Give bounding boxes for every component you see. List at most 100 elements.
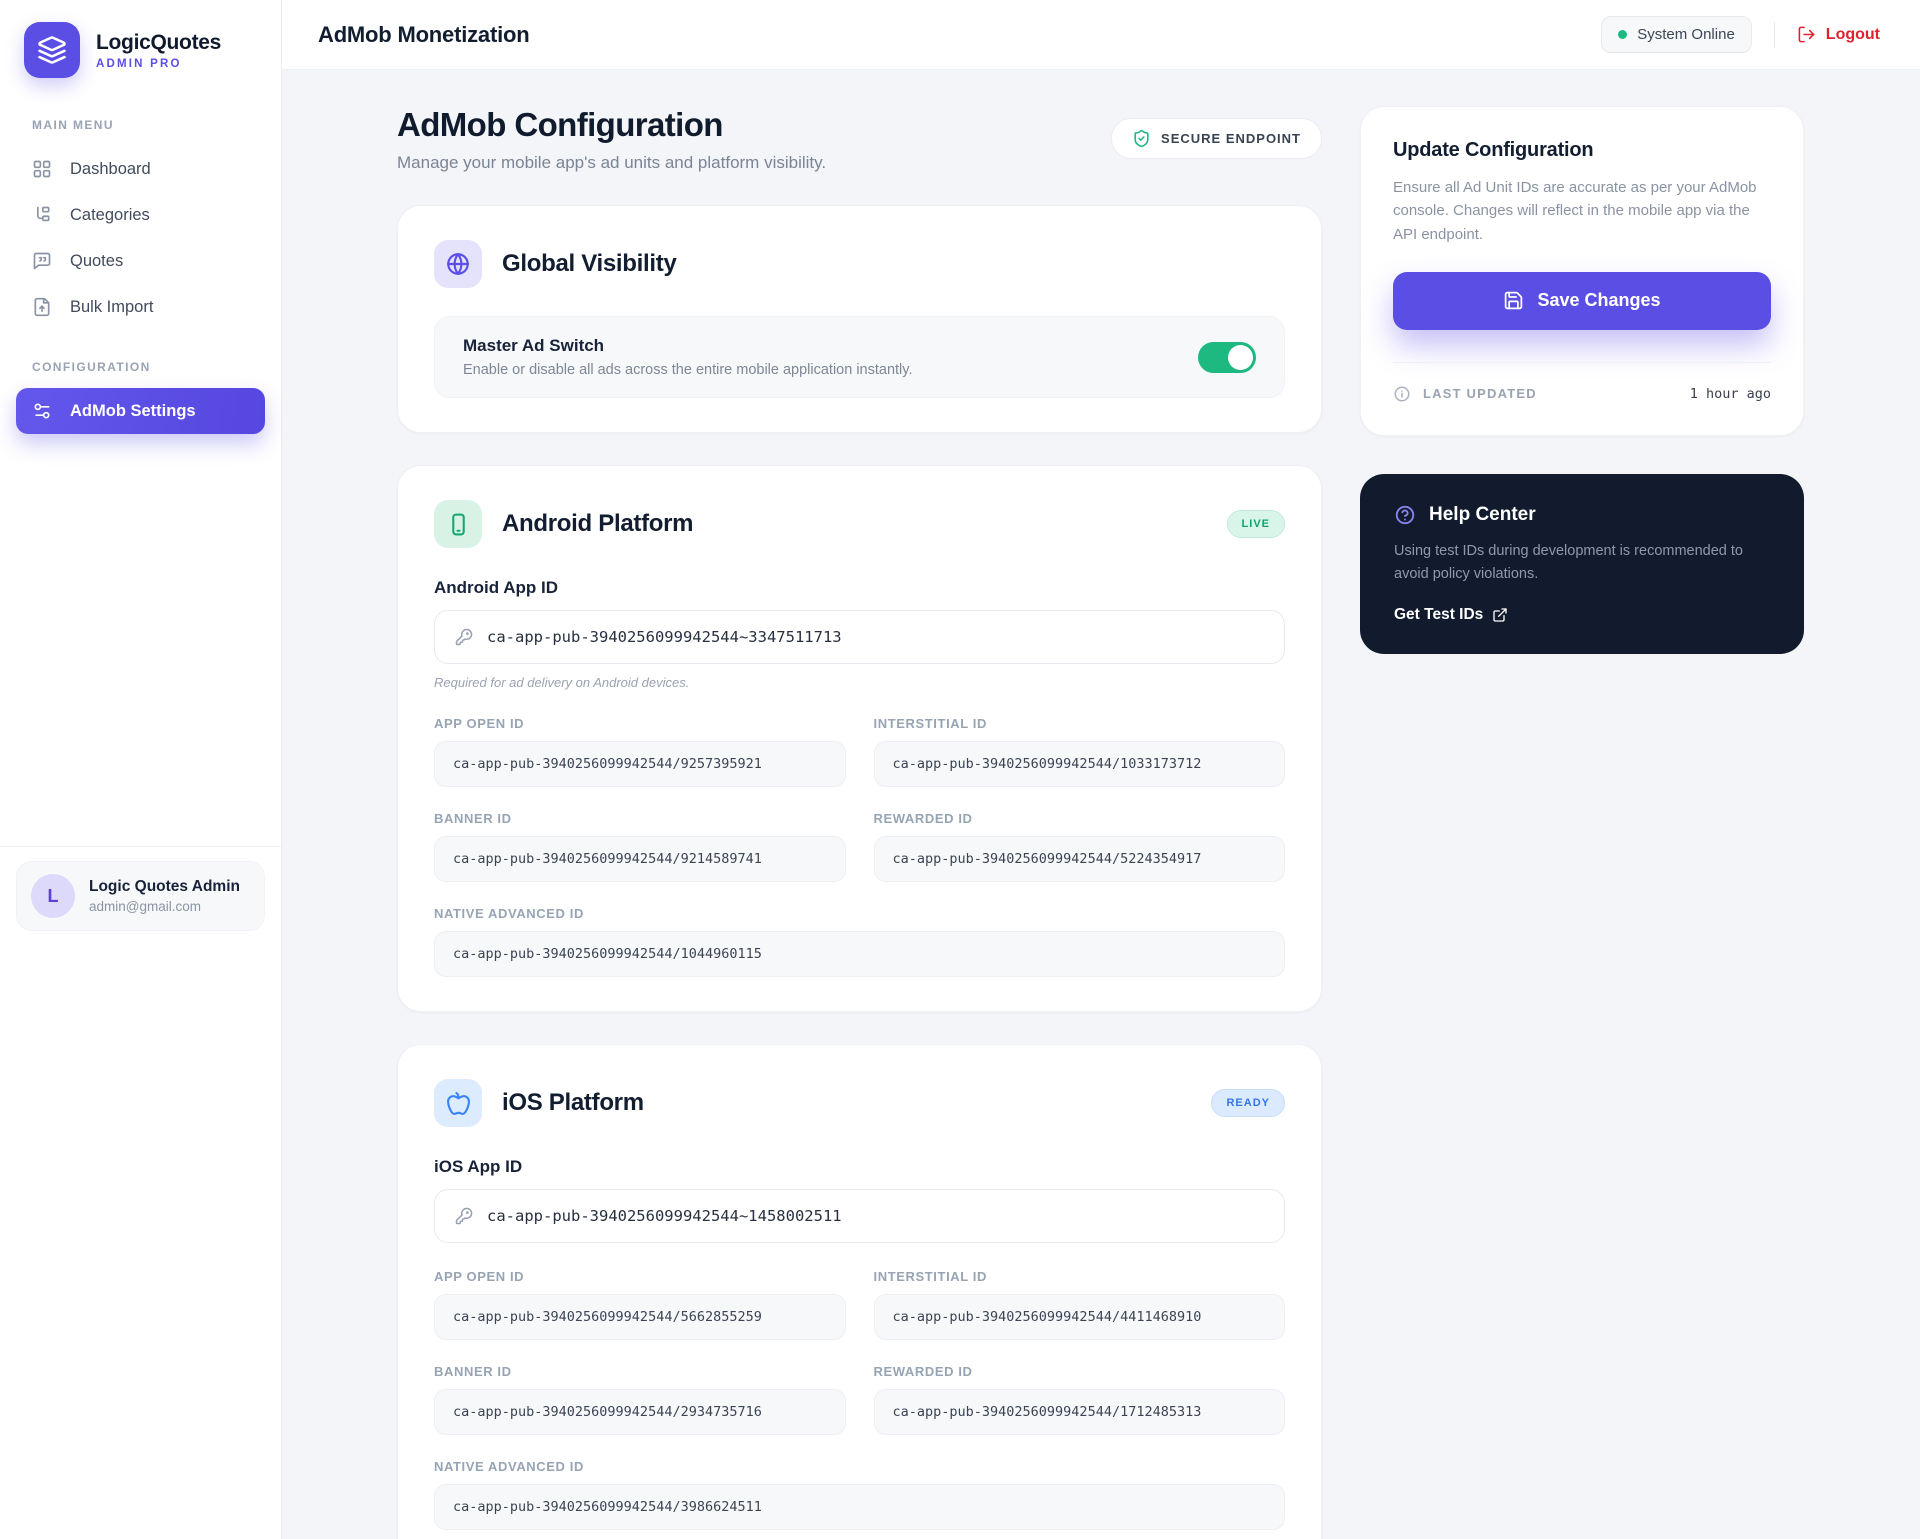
dashboard-grid-icon	[32, 159, 52, 179]
android-app-open-id-label: APP OPEN ID	[434, 716, 525, 731]
ios-ready-badge: READY	[1211, 1089, 1285, 1117]
brand-logo	[24, 22, 80, 78]
key-icon	[455, 1207, 473, 1225]
ios-app-id-label: iOS App ID	[434, 1157, 523, 1176]
master-ad-switch-desc: Enable or disable all ads across the ent…	[463, 362, 913, 378]
sidebar-item-label: AdMob Settings	[70, 401, 196, 420]
page-title: AdMob Configuration	[397, 106, 723, 143]
system-status-label: System Online	[1637, 26, 1735, 43]
sidebar-item-admob-settings[interactable]: AdMob Settings	[16, 388, 265, 434]
ios-native-advanced-id-label: NATIVE ADVANCED ID	[434, 1459, 584, 1474]
master-ad-switch-toggle[interactable]	[1198, 341, 1256, 373]
android-platform-title: Android Platform	[502, 510, 694, 537]
android-live-badge: LIVE	[1226, 510, 1285, 538]
help-center-card: Help Center Using test IDs during develo…	[1360, 473, 1804, 655]
ios-rewarded-id-label: REWARDED ID	[873, 1364, 973, 1379]
save-changes-button[interactable]: Save Changes	[1393, 271, 1771, 330]
user-email: admin@gmail.com	[89, 899, 201, 914]
brand-name: LogicQuotes	[96, 30, 222, 54]
external-link-icon	[1492, 607, 1508, 623]
android-interstitial-id-label: INTERSTITIAL ID	[873, 716, 987, 731]
get-test-ids-label: Get Test IDs	[1394, 606, 1484, 624]
android-native-advanced-id-input[interactable]	[434, 931, 1285, 977]
logout-icon	[1797, 25, 1816, 44]
secure-endpoint-badge: SECURE ENDPOINT	[1111, 118, 1322, 159]
ios-interstitial-id-label: INTERSTITIAL ID	[873, 1269, 987, 1284]
page-subtitle: Manage your mobile app's ad units and pl…	[397, 153, 827, 172]
user-profile-card[interactable]: L Logic Quotes Admin admin@gmail.com	[16, 861, 265, 931]
save-icon	[1503, 290, 1524, 311]
sliders-icon	[32, 401, 52, 421]
android-banner-id-label: BANNER ID	[434, 811, 512, 826]
sidebar-item-label: Quotes	[70, 251, 124, 270]
main-menu-label: MAIN MENU	[32, 118, 114, 132]
panel-divider	[1393, 361, 1771, 363]
logout-label: Logout	[1825, 25, 1880, 43]
android-banner-id-input[interactable]	[434, 836, 846, 882]
ios-app-id-input[interactable]	[487, 1207, 1264, 1225]
smartphone-icon	[434, 500, 482, 548]
ios-interstitial-id-input[interactable]	[873, 1294, 1285, 1340]
sidebar-item-label: Bulk Import	[70, 297, 154, 316]
sidebar: LogicQuotes ADMIN PRO MAIN MENU Dashboar…	[0, 0, 282, 1539]
ios-app-id-field	[434, 1189, 1285, 1243]
ios-banner-id-label: BANNER ID	[434, 1364, 512, 1379]
secure-endpoint-label: SECURE ENDPOINT	[1161, 131, 1301, 146]
global-visibility-title: Global Visibility	[502, 250, 677, 277]
apple-icon	[434, 1079, 482, 1127]
brand: LogicQuotes ADMIN PRO	[0, 0, 281, 88]
sidebar-item-label: Dashboard	[70, 159, 151, 178]
android-app-id-input[interactable]	[487, 628, 1264, 646]
android-app-open-id-input[interactable]	[434, 741, 846, 787]
update-configuration-title: Update Configuration	[1393, 139, 1594, 161]
help-center-desc: Using test IDs during development is rec…	[1394, 542, 1743, 582]
update-configuration-desc: Ensure all Ad Unit IDs are accurate as p…	[1393, 179, 1757, 243]
shield-check-icon	[1132, 129, 1151, 148]
globe-icon	[434, 240, 482, 288]
android-interstitial-id-input[interactable]	[873, 741, 1285, 787]
avatar: L	[31, 874, 75, 918]
topbar-title: AdMob Monetization	[318, 21, 530, 47]
system-status-badge: System Online	[1601, 16, 1752, 53]
ios-native-advanced-id-input[interactable]	[434, 1484, 1285, 1530]
android-rewarded-id-input[interactable]	[873, 836, 1285, 882]
help-circle-icon	[1394, 504, 1416, 526]
last-updated-label: LAST UPDATED	[1423, 386, 1537, 402]
category-tree-icon	[32, 205, 52, 225]
help-center-title: Help Center	[1429, 503, 1536, 525]
ios-banner-id-input[interactable]	[434, 1389, 846, 1435]
master-ad-switch-title: Master Ad Switch	[463, 336, 605, 355]
android-app-id-helper: Required for ad delivery on Android devi…	[434, 675, 690, 690]
toggle-knob-icon	[1228, 344, 1253, 370]
ios-platform-card: iOS Platform READY iOS App ID APP OPEN I…	[397, 1044, 1322, 1539]
logout-button[interactable]: Logout	[1797, 25, 1880, 44]
content-area: AdMob Configuration Manage your mobile a…	[282, 70, 1920, 1539]
get-test-ids-link[interactable]: Get Test IDs	[1394, 606, 1508, 624]
android-app-id-label: Android App ID	[434, 578, 559, 597]
sidebar-item-categories[interactable]: Categories	[16, 192, 265, 238]
ios-platform-title: iOS Platform	[502, 1089, 644, 1116]
main-nav: MAIN MENU Dashboard Categories Quotes Bu…	[0, 88, 281, 434]
ios-rewarded-id-input[interactable]	[873, 1389, 1285, 1435]
file-upload-icon	[32, 297, 52, 317]
ios-app-open-id-input[interactable]	[434, 1294, 846, 1340]
key-icon	[455, 628, 473, 646]
quote-bubble-icon	[32, 251, 52, 271]
update-configuration-card: Update Configuration Ensure all Ad Unit …	[1360, 106, 1804, 436]
configuration-label: CONFIGURATION	[32, 360, 151, 374]
save-changes-label: Save Changes	[1537, 290, 1661, 311]
sidebar-item-dashboard[interactable]: Dashboard	[16, 146, 265, 192]
ios-app-open-id-label: APP OPEN ID	[434, 1269, 525, 1284]
android-app-id-field	[434, 610, 1285, 664]
sidebar-item-bulk-import[interactable]: Bulk Import	[16, 284, 265, 330]
master-ad-switch-row: Master Ad Switch Enable or disable all a…	[434, 316, 1285, 398]
sidebar-item-quotes[interactable]: Quotes	[16, 238, 265, 284]
online-dot-icon	[1618, 30, 1628, 39]
brand-tagline: ADMIN PRO	[96, 57, 182, 70]
android-platform-card: Android Platform LIVE Android App ID Req…	[397, 465, 1322, 1012]
android-native-advanced-id-label: NATIVE ADVANCED ID	[434, 906, 584, 921]
layers-icon	[37, 35, 67, 65]
info-icon	[1393, 385, 1411, 403]
android-rewarded-id-label: REWARDED ID	[873, 811, 973, 826]
user-name: Logic Quotes Admin	[89, 878, 240, 895]
